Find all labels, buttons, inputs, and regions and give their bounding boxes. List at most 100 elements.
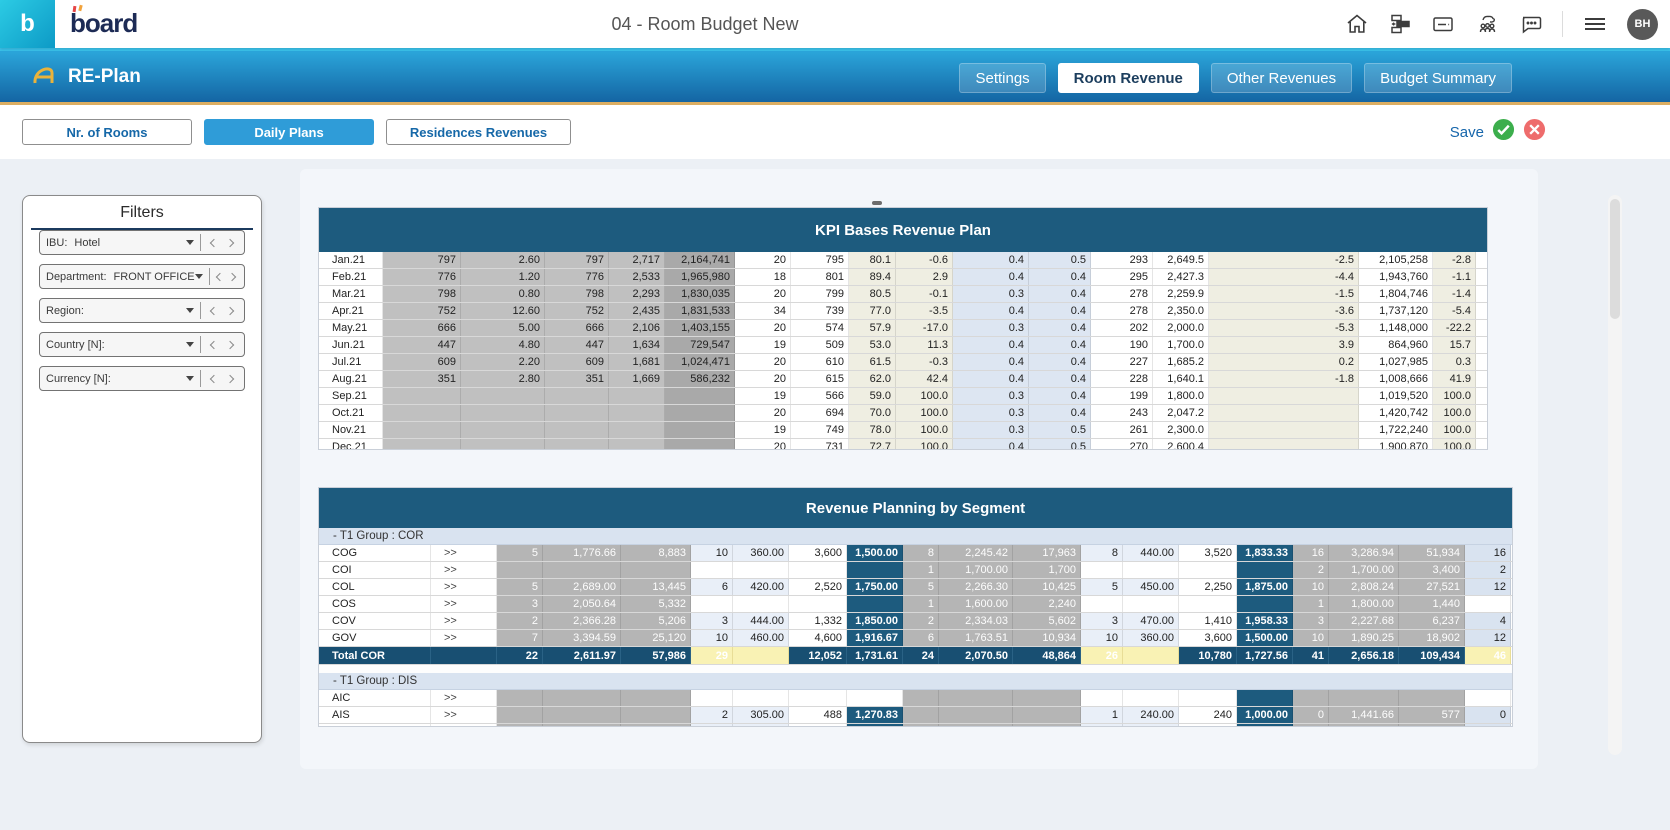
kpi-cell[interactable] — [461, 388, 545, 404]
group-header-cor[interactable]: - T1 Group : COR — [319, 528, 1512, 545]
kpi-cell[interactable] — [545, 405, 609, 421]
kpi-cell[interactable]: 57.9 — [849, 320, 896, 336]
kpi-cell[interactable]: 351 — [383, 371, 461, 387]
kpi-cell[interactable] — [545, 439, 609, 450]
drill-chevron[interactable]: >> — [431, 545, 497, 561]
kpi-cell[interactable]: 615 — [791, 371, 849, 387]
kpi-cell[interactable]: 0.3 — [953, 422, 1029, 438]
kpi-cell[interactable]: 1,800.0 — [1153, 388, 1209, 404]
drill-chevron[interactable]: >> — [431, 596, 497, 612]
kpi-cell[interactable]: 574 — [791, 320, 849, 336]
kpi-cell[interactable]: 100.0 — [896, 422, 953, 438]
kpi-cell[interactable]: 729,547 — [665, 337, 735, 353]
kpi-cell[interactable]: 2,435 — [609, 303, 665, 319]
filter-country[interactable]: Country [N]: — [39, 332, 245, 357]
kpi-cell[interactable]: 0.4 — [953, 269, 1029, 285]
segment-cell[interactable]: 16 — [1465, 545, 1511, 561]
kpi-cell[interactable]: 278 — [1091, 286, 1153, 302]
kpi-cell[interactable]: 2,293 — [609, 286, 665, 302]
segment-cell[interactable]: 470.00 — [1123, 613, 1179, 629]
next-member-button[interactable] — [222, 235, 238, 251]
kpi-cell[interactable]: 293 — [1091, 252, 1153, 268]
segment-cell[interactable]: 6 — [903, 630, 939, 646]
drill-chevron[interactable]: >> — [431, 579, 497, 595]
segment-cell[interactable] — [691, 562, 733, 578]
kpi-cell[interactable] — [665, 422, 735, 438]
kpi-cell[interactable] — [383, 388, 461, 404]
kpi-cell[interactable]: 0.4 — [1029, 371, 1091, 387]
kpi-cell[interactable]: 2,105,258 — [1359, 252, 1433, 268]
segment-cell[interactable]: 1,700.00 — [939, 562, 1013, 578]
kpi-cell[interactable]: 1,669 — [609, 371, 665, 387]
kpi-cell[interactable]: 1,737,120 — [1359, 303, 1433, 319]
segment-cell[interactable]: 1,776.66 — [543, 545, 621, 561]
kpi-cell[interactable]: 739 — [791, 303, 849, 319]
kpi-cell[interactable]: 100.0 — [896, 405, 953, 421]
total-cell[interactable]: 41 — [1293, 647, 1329, 664]
segment-cell[interactable]: 1,500.00 — [847, 545, 903, 561]
kpi-cell[interactable]: -3.6 — [1209, 303, 1359, 319]
kpi-cell[interactable]: -3.5 — [896, 303, 953, 319]
kpi-cell[interactable]: 2,600.4 — [1153, 439, 1209, 450]
kpi-cell[interactable]: 190 — [1091, 337, 1153, 353]
tab-budget-summary[interactable]: Budget Summary — [1364, 63, 1512, 93]
tab-daily-plans[interactable]: Daily Plans — [204, 119, 374, 145]
segment-cell[interactable] — [903, 690, 939, 706]
segment-cell[interactable]: 2,334.03 — [939, 613, 1013, 629]
kpi-cell[interactable]: 1,943,760 — [1359, 269, 1433, 285]
kpi-cell[interactable] — [665, 388, 735, 404]
segment-cell[interactable] — [1329, 690, 1399, 706]
kpi-cell[interactable]: -2.5 — [1209, 252, 1359, 268]
segment-cell[interactable] — [1237, 562, 1293, 578]
segment-cell[interactable]: 305.00 — [733, 707, 789, 723]
kpi-cell[interactable]: 0.5 — [1029, 252, 1091, 268]
kpi-cell[interactable] — [383, 422, 461, 438]
segment-cell[interactable]: 8 — [1081, 545, 1123, 561]
kpi-cell[interactable]: 801 — [791, 269, 849, 285]
prev-member-button[interactable] — [206, 371, 222, 387]
kpi-cell[interactable]: 0.4 — [953, 303, 1029, 319]
kpi-cell[interactable]: 0.80 — [461, 286, 545, 302]
kpi-cell[interactable] — [665, 405, 735, 421]
kpi-cell[interactable]: 1,403,155 — [665, 320, 735, 336]
segment-cell[interactable] — [733, 690, 789, 706]
segment-cell[interactable]: 2 — [497, 613, 543, 629]
drill-chevron[interactable]: >> — [431, 613, 497, 629]
segment-cell[interactable]: 1,890.25 — [1329, 630, 1399, 646]
kpi-cell[interactable]: -1.4 — [1433, 286, 1476, 302]
kpi-cell[interactable]: 509 — [791, 337, 849, 353]
total-cell[interactable]: 48,864 — [1013, 647, 1081, 664]
kpi-cell[interactable]: 202 — [1091, 320, 1153, 336]
segment-cell[interactable]: 1,500.00 — [1237, 630, 1293, 646]
kpi-cell[interactable]: 1,024,471 — [665, 354, 735, 370]
kpi-cell[interactable] — [461, 439, 545, 450]
kpi-cell[interactable]: -1.5 — [1209, 286, 1359, 302]
kpi-cell[interactable]: 100.0 — [896, 388, 953, 404]
segment-cell[interactable]: 16 — [1293, 545, 1329, 561]
kpi-cell[interactable] — [609, 405, 665, 421]
menu-icon[interactable] — [1582, 12, 1608, 36]
tab-other-revenues[interactable]: Other Revenues — [1211, 63, 1352, 93]
segment-cell[interactable]: 3 — [497, 596, 543, 612]
next-member-button[interactable] — [222, 371, 238, 387]
home-icon[interactable] — [1345, 12, 1369, 36]
kpi-cell[interactable]: 797 — [545, 252, 609, 268]
segment-cell[interactable]: 10,425 — [1013, 579, 1081, 595]
kpi-cell[interactable]: 0.2 — [1209, 354, 1359, 370]
segment-cell[interactable]: 1,875.00 — [1237, 579, 1293, 595]
kpi-cell[interactable]: 2.80 — [461, 371, 545, 387]
segment-cell[interactable]: 1 — [1293, 596, 1329, 612]
total-cell[interactable]: 109,434 — [1399, 647, 1465, 664]
kpi-cell[interactable] — [1209, 388, 1359, 404]
segment-cell[interactable]: 1 — [903, 596, 939, 612]
kpi-cell[interactable]: 752 — [545, 303, 609, 319]
kpi-cell[interactable]: 1,681 — [609, 354, 665, 370]
segment-cell[interactable] — [847, 562, 903, 578]
kpi-cell[interactable]: 41.9 — [1433, 371, 1476, 387]
drill-chevron[interactable]: >> — [431, 630, 497, 646]
kpi-cell[interactable]: 2,259.9 — [1153, 286, 1209, 302]
segment-cell[interactable] — [939, 690, 1013, 706]
kpi-cell[interactable]: 1.20 — [461, 269, 545, 285]
vertical-scrollbar-thumb[interactable] — [1610, 199, 1620, 319]
segment-cell[interactable] — [1081, 690, 1123, 706]
